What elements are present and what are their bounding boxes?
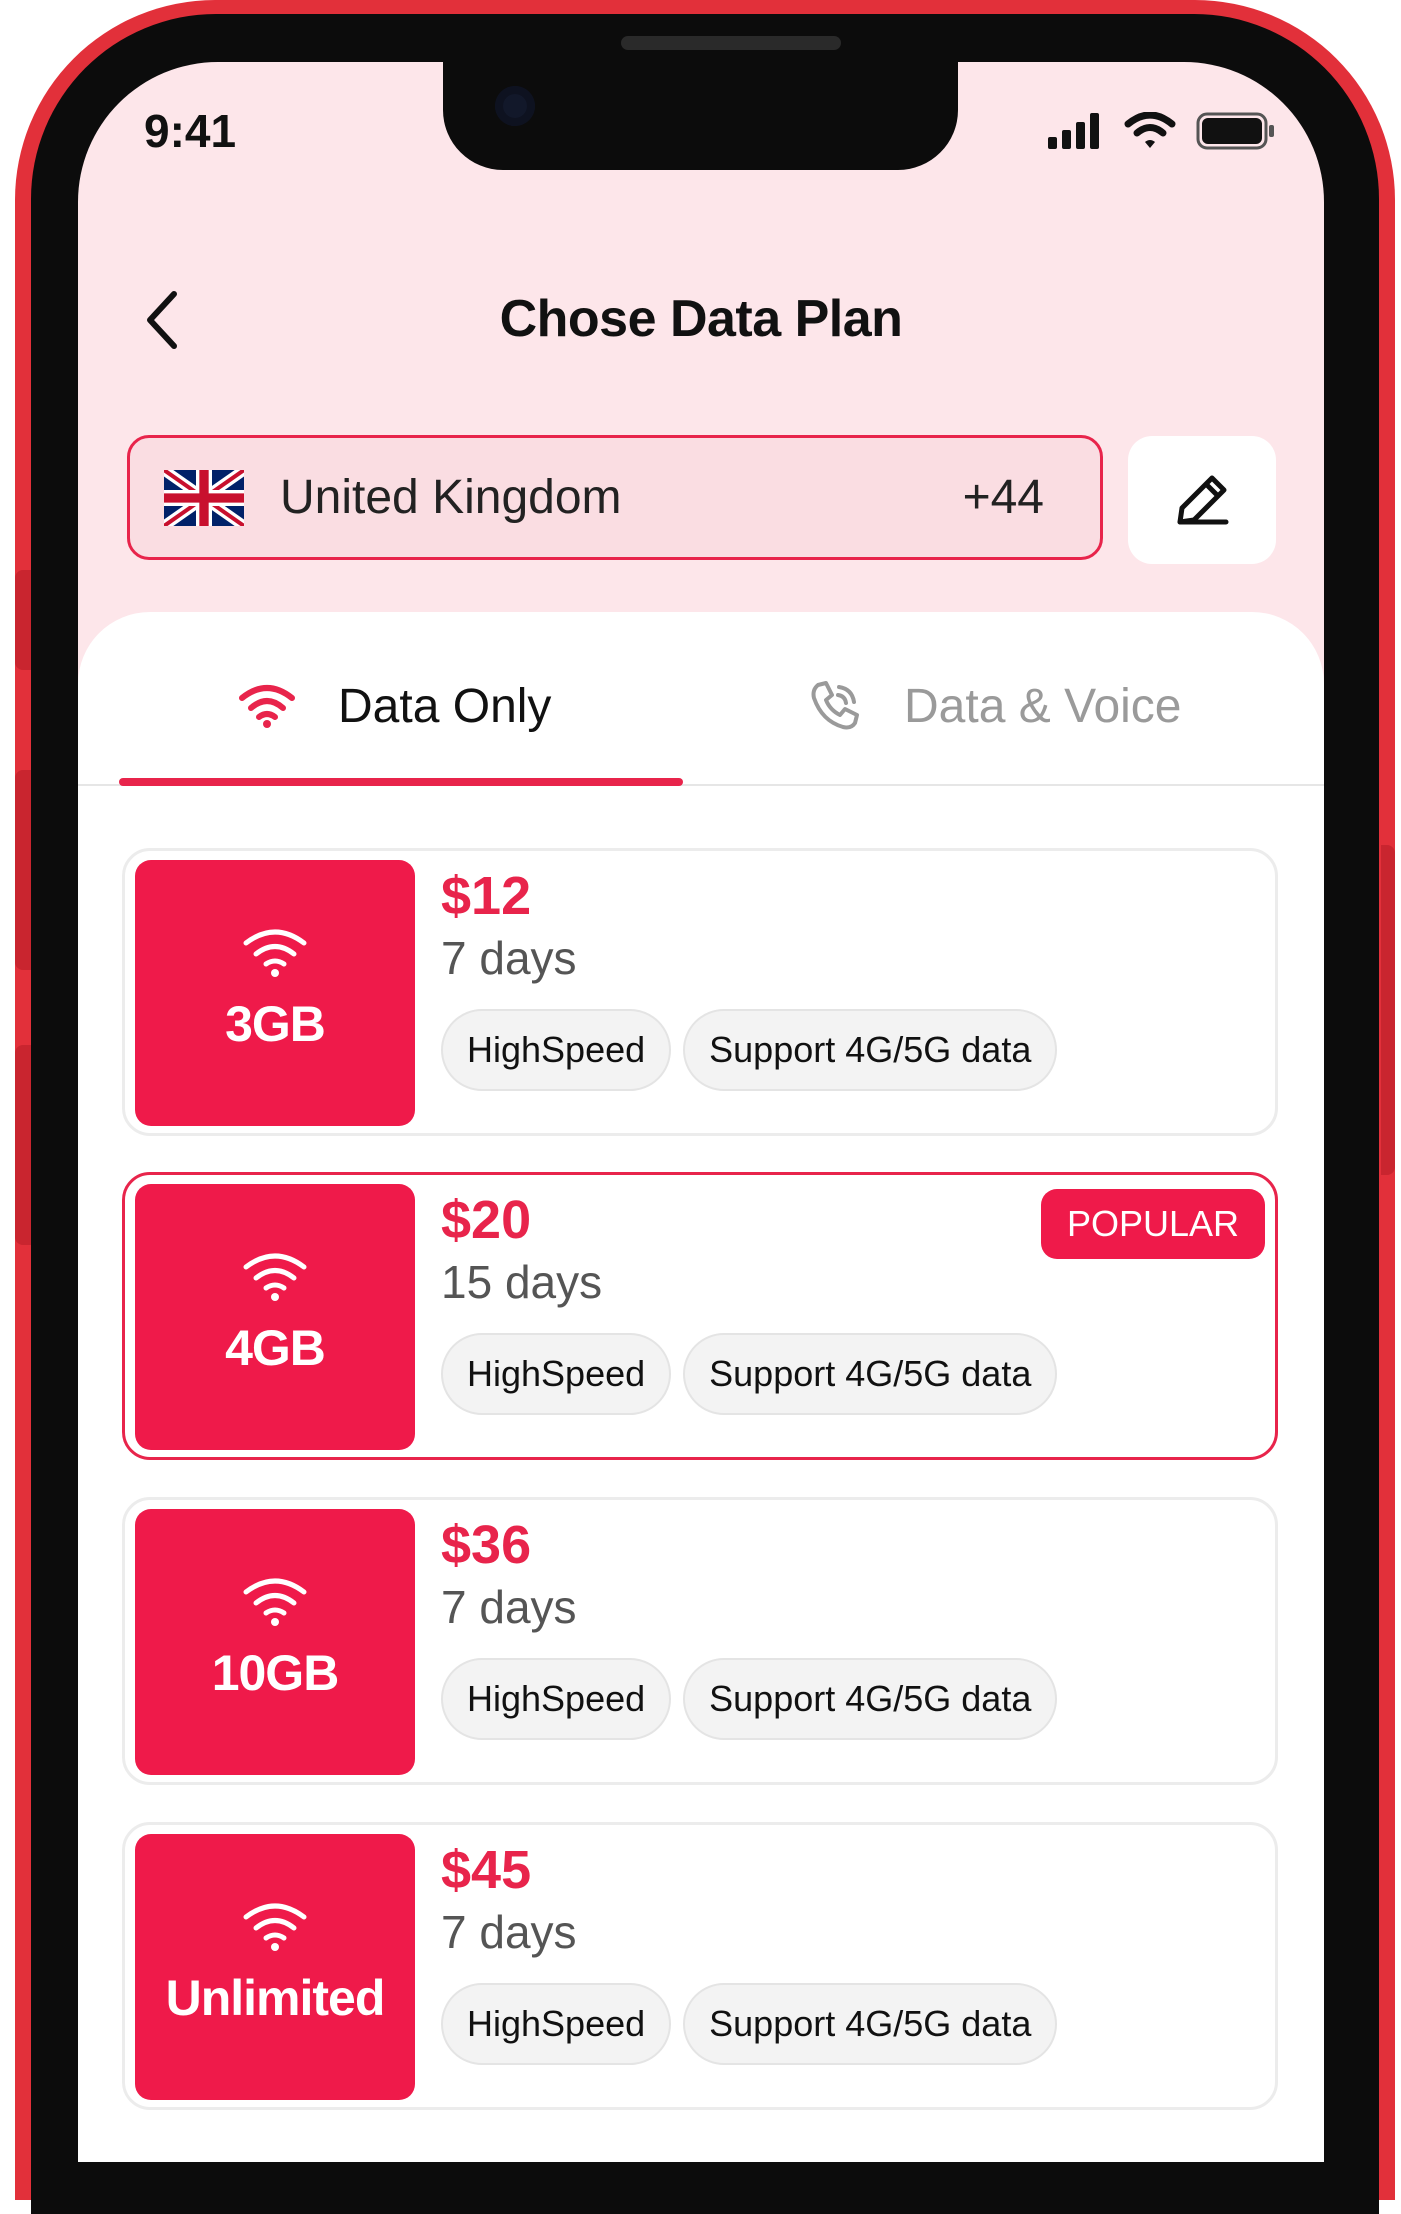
wifi-icon	[243, 1578, 307, 1626]
mute-switch	[15, 570, 31, 670]
plan-card-3gb[interactable]: 3GB $12 7 days HighSpeed Support 4G/5G d…	[122, 848, 1278, 1136]
feature-chips: HighSpeed Support 4G/5G data	[441, 1009, 1058, 1091]
wifi-icon	[243, 1253, 307, 1301]
wifi-icon	[243, 1903, 307, 1951]
country-code: +44	[962, 471, 1044, 524]
country-name: United Kingdom	[280, 471, 622, 524]
feature-chips: HighSpeed Support 4G/5G data	[441, 1333, 1058, 1415]
plan-card-4gb[interactable]: 4GB $20 15 days HighSpeed Support 4G/5G …	[122, 1172, 1278, 1460]
page-title: Chose Data Plan	[499, 290, 903, 348]
feature-chip: Support 4G/5G data	[683, 1009, 1058, 1091]
signal-icon	[1048, 113, 1099, 149]
plan-duration: 7 days	[441, 1581, 577, 1633]
notch	[443, 62, 958, 170]
plan-duration: 15 days	[441, 1256, 603, 1308]
plan-card-unlimited[interactable]: Unlimited $45 7 days HighSpeed Support 4…	[122, 1822, 1278, 2110]
power-button	[1381, 845, 1395, 1175]
tab-data-only-label: Data Only	[338, 679, 552, 733]
feature-chips: HighSpeed Support 4G/5G data	[441, 1658, 1058, 1740]
feature-chip: Support 4G/5G data	[683, 1658, 1058, 1740]
feature-chips: HighSpeed Support 4G/5G data	[441, 1983, 1058, 2065]
status-icons	[1048, 112, 1276, 150]
plan-sheet: Data Only Data & Voice 3GB $12 7 days Hi…	[78, 612, 1324, 2162]
battery-icon	[1196, 112, 1274, 150]
wifi-icon	[239, 685, 295, 728]
plan-amount: 3GB	[225, 996, 326, 1052]
phone-screen: 9:41 Chose Data Plan United Kingdom +44 …	[78, 62, 1324, 2162]
feature-chip: Support 4G/5G data	[683, 1333, 1058, 1415]
plan-tile: Unlimited	[135, 1834, 415, 2100]
earpiece-speaker	[621, 36, 841, 50]
pencil-icon	[1177, 475, 1229, 525]
feature-chip: HighSpeed	[441, 1983, 672, 2065]
plan-tile: 4GB	[135, 1184, 415, 1450]
plan-amount: Unlimited	[165, 1970, 386, 2026]
plan-card-10gb[interactable]: 10GB $36 7 days HighSpeed Support 4G/5G …	[122, 1497, 1278, 1785]
wifi-icon	[243, 929, 307, 977]
tab-data-only[interactable]: Data Only	[238, 670, 551, 742]
tab-underline	[119, 778, 683, 786]
plan-amount: 4GB	[225, 1320, 326, 1376]
status-time: 9:41	[144, 105, 237, 157]
plan-duration: 7 days	[441, 1906, 577, 1958]
volume-up-button	[15, 770, 31, 970]
plan-tile: 10GB	[135, 1509, 415, 1775]
wifi-status-icon	[1124, 112, 1176, 148]
popular-badge: POPULAR	[1040, 1189, 1265, 1259]
feature-chip: HighSpeed	[441, 1009, 672, 1091]
uk-flag-icon	[164, 469, 244, 526]
edit-country-button[interactable]	[1128, 436, 1276, 564]
plan-price: $20	[441, 1190, 532, 1250]
plan-amount: 10GB	[211, 1645, 340, 1701]
plan-tabs: Data Only Data & Voice	[78, 612, 1324, 786]
plan-price: $45	[441, 1840, 532, 1900]
feature-chip: HighSpeed	[441, 1658, 672, 1740]
front-camera	[495, 86, 535, 126]
header: Chose Data Plan	[78, 277, 1324, 377]
volume-down-button	[15, 1045, 31, 1245]
tab-data-voice-label: Data & Voice	[904, 679, 1182, 733]
phone-icon	[811, 681, 859, 730]
tab-data-voice[interactable]: Data & Voice	[808, 670, 1182, 742]
country-selector[interactable]: United Kingdom +44	[127, 435, 1103, 560]
plan-tile: 3GB	[135, 860, 415, 1126]
feature-chip: HighSpeed	[441, 1333, 672, 1415]
feature-chip: Support 4G/5G data	[683, 1983, 1058, 2065]
plan-price: $12	[441, 866, 532, 926]
plan-price: $36	[441, 1515, 532, 1575]
plan-duration: 7 days	[441, 932, 577, 984]
